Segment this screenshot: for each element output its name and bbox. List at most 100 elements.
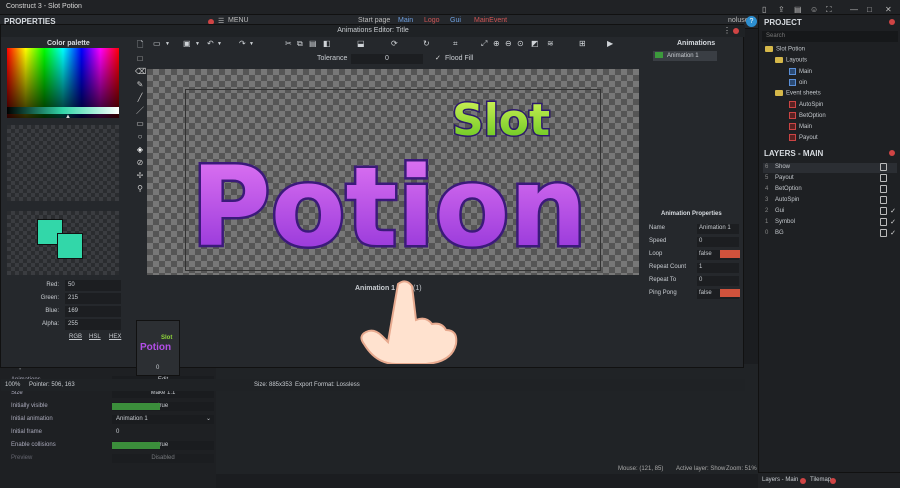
- tree-event-main[interactable]: Main: [789, 123, 812, 130]
- layer-row-autospin[interactable]: 3 AutoSpin: [763, 196, 897, 206]
- undo-icon[interactable]: ↶: [207, 39, 214, 48]
- anim-prop-ping-pong[interactable]: Ping Pong false: [645, 288, 741, 300]
- green-input[interactable]: 215: [65, 293, 121, 304]
- minimize-icon[interactable]: —: [850, 5, 858, 14]
- panel-close-dot[interactable]: [889, 150, 895, 156]
- copy-icon[interactable]: ⧉: [297, 39, 303, 49]
- mode-hex[interactable]: HEX: [109, 334, 121, 340]
- lock-icon[interactable]: [880, 185, 887, 193]
- pencil-icon[interactable]: ✎: [135, 80, 145, 90]
- rotate-cw-icon[interactable]: ↻: [423, 39, 430, 48]
- lock-icon[interactable]: [880, 218, 887, 226]
- open-folder-icon[interactable]: ▭: [153, 39, 161, 48]
- resize-icon[interactable]: ⤢: [481, 39, 487, 49]
- tree-layout-oin[interactable]: oin: [789, 79, 807, 86]
- menu-button[interactable]: MENU: [228, 17, 249, 24]
- anim-prop-speed[interactable]: Speed 0: [645, 236, 741, 248]
- chevron-down-icon[interactable]: ▼: [217, 41, 222, 47]
- prop-row-initial-frame[interactable]: Initial frame 0: [4, 428, 214, 438]
- flip-horizontal-icon[interactable]: ◧: [323, 39, 331, 48]
- select-tool-icon[interactable]: □: [135, 54, 145, 64]
- blue-input[interactable]: 169: [65, 306, 121, 317]
- chevron-down-icon[interactable]: ▼: [165, 41, 170, 47]
- lock-icon[interactable]: [880, 174, 887, 182]
- panel-close-dot[interactable]: [889, 19, 895, 25]
- anim-prop-loop[interactable]: Loop false: [645, 249, 741, 261]
- rotate-icon[interactable]: ⟳: [391, 39, 398, 48]
- prop-row-enable-collisions[interactable]: Enable collisions true: [4, 441, 214, 451]
- tolerance-input[interactable]: 0: [351, 54, 423, 64]
- tab-gui[interactable]: Gui: [450, 17, 461, 24]
- mode-hsl[interactable]: HSL: [89, 334, 101, 340]
- tree-event-autospin[interactable]: AutoSpin: [789, 101, 823, 108]
- prop-row-initial-animation[interactable]: Initial animation Animation 1 ⌄: [4, 415, 214, 425]
- person-icon[interactable]: ☺: [810, 5, 818, 14]
- note-icon[interactable]: ▤: [794, 5, 802, 14]
- origin-icon[interactable]: ✢: [135, 171, 145, 181]
- chevron-down-icon[interactable]: ▼: [195, 41, 200, 47]
- tab-main[interactable]: Main: [398, 17, 413, 24]
- red-input[interactable]: 50: [65, 280, 121, 291]
- new-icon[interactable]: 🗋: [137, 39, 143, 53]
- tab-close-dot[interactable]: [800, 478, 806, 484]
- tree-event-betoption[interactable]: BetOption: [789, 112, 826, 119]
- layers-icon[interactable]: ≋: [547, 39, 554, 48]
- paste-icon[interactable]: ▤: [309, 39, 317, 48]
- help-icon[interactable]: ?: [746, 16, 757, 27]
- animation-item[interactable]: Animation 1: [653, 51, 717, 61]
- lock-icon[interactable]: [880, 207, 887, 215]
- mode-rgb[interactable]: RGB: [69, 334, 82, 340]
- layer-row-show[interactable]: 6 Show: [763, 163, 897, 173]
- anim-prop-repeat-to[interactable]: Repeat To 0: [645, 275, 741, 287]
- fill-bucket-icon[interactable]: ◈: [135, 145, 145, 155]
- layer-row-bg[interactable]: 0 BG ✓: [763, 229, 897, 239]
- brush-icon[interactable]: ╱: [135, 93, 145, 103]
- prop-row-preview[interactable]: Preview Disabled: [4, 454, 214, 464]
- visible-check-icon[interactable]: ✓: [890, 218, 896, 226]
- rectangle-icon[interactable]: ▭: [135, 119, 145, 129]
- image-canvas[interactable]: Slot Potion: [147, 69, 639, 275]
- lock-icon[interactable]: [880, 196, 887, 204]
- chevron-down-icon[interactable]: ⌄: [206, 415, 211, 422]
- visible-check-icon[interactable]: ✓: [890, 207, 896, 215]
- cut-icon[interactable]: ✂: [285, 39, 292, 48]
- alpha-input[interactable]: 255: [65, 319, 121, 330]
- project-search-input[interactable]: Search: [762, 31, 898, 42]
- eraser-icon[interactable]: ⌫: [135, 67, 146, 77]
- zoom-out-icon[interactable]: ⊖: [505, 39, 512, 48]
- tree-layouts-folder[interactable]: Layouts: [775, 57, 807, 64]
- line-icon[interactable]: ／: [135, 106, 145, 116]
- share-icon[interactable]: ⇪: [778, 5, 785, 14]
- tree-root[interactable]: Slot Potion: [765, 46, 805, 53]
- tree-event-payout[interactable]: Payout: [789, 134, 818, 141]
- tab-close-dot[interactable]: [830, 478, 836, 484]
- save-icon[interactable]: ▣: [183, 39, 191, 48]
- anim-prop-name[interactable]: Name Animation 1: [645, 223, 741, 235]
- lock-icon[interactable]: [880, 163, 887, 171]
- secondary-color-swatch[interactable]: [57, 233, 83, 259]
- zoom-fit-icon[interactable]: ⊙: [517, 39, 524, 48]
- anim-prop-repeat-count[interactable]: Repeat Count 1: [645, 262, 741, 274]
- phone-icon[interactable]: ▯: [762, 5, 766, 14]
- layer-row-betoption[interactable]: 4 BetOption: [763, 185, 897, 195]
- layer-row-symbol[interactable]: 1 Symbol ✓: [763, 218, 897, 228]
- play-icon[interactable]: ▶: [607, 39, 613, 48]
- maximize-icon[interactable]: □: [867, 5, 872, 14]
- redo-icon[interactable]: ↷: [239, 39, 246, 48]
- more-icon[interactable]: ⋮: [723, 26, 731, 35]
- ellipse-icon[interactable]: ○: [135, 132, 145, 142]
- layer-row-gui[interactable]: 2 Gui ✓: [763, 207, 897, 217]
- grid-icon[interactable]: ⊞: [579, 39, 586, 48]
- color-picker-icon[interactable]: ⊘: [135, 158, 145, 168]
- tree-layout-main[interactable]: Main: [789, 68, 812, 75]
- tab-logo[interactable]: Logo: [424, 17, 440, 24]
- layer-row-payout[interactable]: 5 Payout: [763, 174, 897, 184]
- recent-colors-grid[interactable]: [7, 125, 119, 201]
- flood-fill-checkbox[interactable]: ✓: [435, 54, 441, 62]
- tab-start-page[interactable]: Start page: [358, 17, 390, 24]
- zoom-in-icon[interactable]: ⊕: [493, 39, 500, 48]
- crop-icon[interactable]: ⌗: [453, 39, 458, 49]
- tab-main-event[interactable]: MainEvent: [474, 17, 507, 24]
- lock-icon[interactable]: [880, 229, 887, 237]
- chevron-down-icon[interactable]: ▼: [249, 41, 254, 47]
